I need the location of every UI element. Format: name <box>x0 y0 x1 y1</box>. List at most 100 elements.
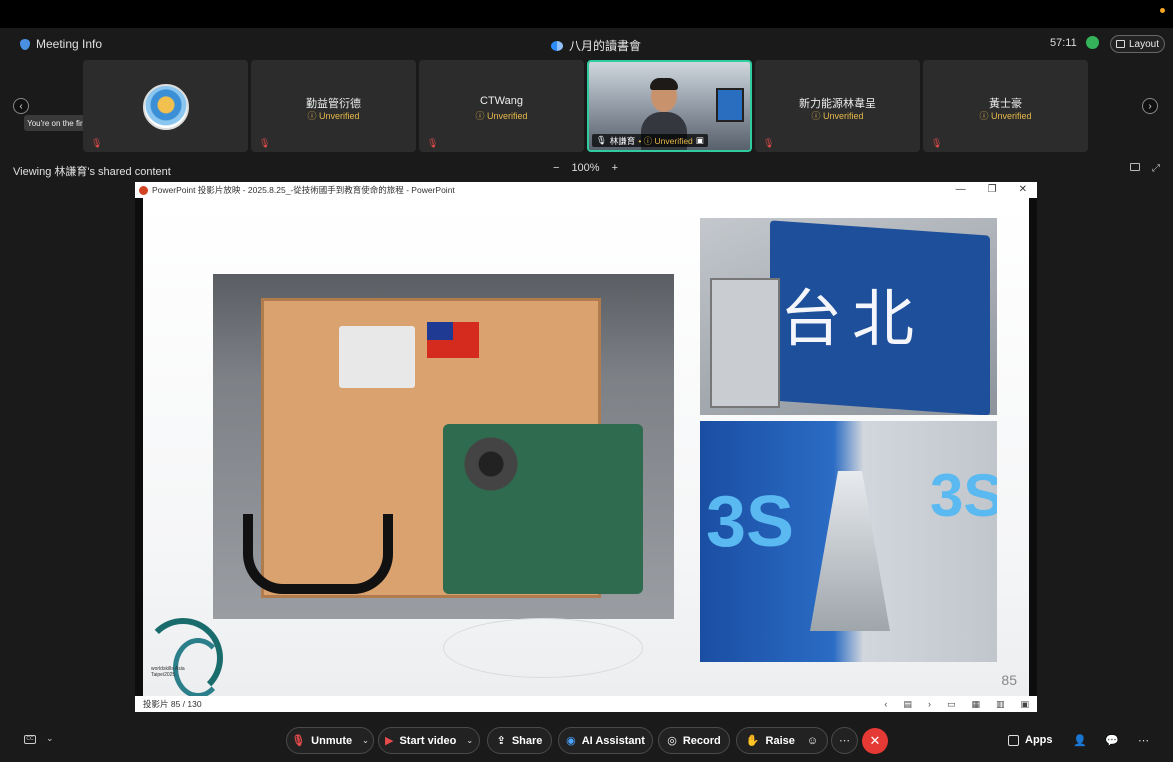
previous-slide-icon[interactable]: ‹ <box>884 699 887 710</box>
restore-icon[interactable]: ❐ <box>988 184 997 195</box>
participant-name: 林謙育 <box>609 135 636 146</box>
pop-out-icon[interactable] <box>1130 163 1140 171</box>
banner-text: 3S <box>706 482 795 562</box>
corridor <box>810 471 890 631</box>
participant-tile[interactable]: 勤益管衍德 ⓘ Unverified 🎙 <box>251 60 416 152</box>
powerpoint-window-title: PowerPoint 投影片放映 - 2025.8.25_-從技術國手到教育使命… <box>152 185 455 195</box>
viewing-shared-content-label: Viewing 林謙育's shared content <box>13 166 171 178</box>
verification-status: • ⓘ Unverified <box>638 135 693 146</box>
slide-counter: 投影片 85 / 130 <box>143 699 202 709</box>
video-off-icon: ▶ <box>384 735 394 747</box>
slideshow-controls: ‹ ▤ › ▭ ▦ ▥ ▣ <box>884 699 1029 710</box>
banner-text: 3S <box>930 462 997 529</box>
participant-tile[interactable]: CTWang ⓘ Unverified 🎙 <box>419 60 584 152</box>
mic-muted-icon: 🎙 <box>91 138 103 148</box>
decorative-ripple <box>443 618 643 678</box>
zoom-in-button[interactable]: + <box>612 162 618 174</box>
slide-page-number: 85 <box>1001 672 1017 688</box>
apps-button[interactable]: Apps <box>1008 734 1053 746</box>
verification-status: ⓘ Unverified <box>811 111 864 121</box>
next-slide-icon[interactable]: › <box>928 699 931 710</box>
shield-icon <box>20 38 30 50</box>
participant-tile[interactable]: 新力能源林韋呈 ⓘ Unverified 🎙 <box>755 60 920 152</box>
close-icon[interactable]: ✕ <box>1019 184 1027 195</box>
powerpoint-icon <box>139 185 148 195</box>
recording-indicator-icon <box>1160 8 1165 13</box>
mic-on-icon: 🎙 <box>596 135 607 145</box>
shared-screen: PowerPoint 投影片放映 - 2025.8.25_-從技術國手到教育使命… <box>135 182 1037 712</box>
meeting-info-label: Meeting Info <box>36 37 103 51</box>
competition-hall-photo: 3S 3S <box>700 421 997 662</box>
view-options: ⤢ <box>1130 163 1160 174</box>
chevron-down-icon[interactable]: ⌄ <box>466 736 473 745</box>
share-button[interactable]: ⇪ Share <box>487 727 552 754</box>
minimize-icon[interactable]: — <box>956 184 966 195</box>
background-monitor <box>716 88 744 122</box>
verification-status: ⓘ Unverified <box>979 111 1032 121</box>
unmute-label: Unmute <box>311 734 353 747</box>
zoom-logo-icon <box>551 40 563 51</box>
meeting-toolbar: CC ⌄ 🎙 Unmute ⌄ ▶ Start video ⌄ ⇪ Share … <box>0 720 1173 762</box>
zoom-controls: − 100% + <box>553 162 618 174</box>
zoom-out-button[interactable]: − <box>553 162 559 174</box>
worldskills-logo: worldskills Asia Taipei2025 <box>151 666 185 678</box>
next-page-button[interactable]: › <box>1142 98 1158 114</box>
mic-muted-icon: 🎙 <box>259 138 271 148</box>
participant-strip: ‹ You're on the first page 🎙 勤益管衍德 ⓘ Unv… <box>0 58 1173 154</box>
active-speaker-tile[interactable]: 🎙 林謙育 • ⓘ Unverified ▣ <box>587 60 752 152</box>
mic-muted-icon: 🎙 <box>931 138 943 148</box>
participants-icon[interactable]: 👤 <box>1073 734 1087 747</box>
slide-menu-icon[interactable]: ▤ <box>903 699 912 710</box>
mic-muted-icon: 🎙 <box>427 138 439 148</box>
connection-status-icon[interactable] <box>1086 36 1099 49</box>
taiwan-flag <box>427 322 479 358</box>
control-panel <box>339 326 415 388</box>
zoom-level: 100% <box>571 162 600 174</box>
hand-icon: ✋ <box>745 735 760 747</box>
insulated-pipe <box>243 514 393 594</box>
end-call-button[interactable]: ✕ <box>862 728 888 754</box>
slide-sorter-icon[interactable]: ▦ <box>971 699 980 710</box>
more-options-icon[interactable]: ⋯ <box>1138 734 1149 747</box>
meeting-title-text: 八月的讀書會 <box>569 39 642 53</box>
neon-sign-text: 台北 <box>780 282 925 355</box>
apps-label: Apps <box>1025 734 1053 746</box>
unmute-button[interactable]: 🎙 Unmute ⌄ <box>286 727 374 754</box>
normal-view-icon[interactable]: ▭ <box>947 699 956 710</box>
raise-label: Raise <box>765 734 795 747</box>
participant-avatar <box>143 84 189 130</box>
layout-button[interactable]: Layout <box>1110 35 1165 53</box>
participant-tile[interactable]: 🎙 <box>83 60 248 152</box>
start-video-button[interactable]: ▶ Start video ⌄ <box>378 727 480 754</box>
mic-muted-icon: 🎙 <box>291 735 306 747</box>
screen-share-icon: ▣ <box>695 135 704 145</box>
refrigeration-trainer-photo <box>213 274 674 619</box>
previous-page-button[interactable]: ‹ <box>13 98 29 114</box>
chevron-down-icon[interactable]: ⌄ <box>46 733 54 744</box>
captions-icon[interactable]: CC <box>24 735 36 744</box>
reaction-icon[interactable]: ☺ <box>807 735 818 747</box>
chat-icon[interactable]: 💬 <box>1105 734 1119 747</box>
ai-assistant-button[interactable]: ◉ AI Assistant <box>558 727 653 754</box>
reading-view-icon[interactable]: ▥ <box>996 699 1005 710</box>
window-controls: — ❐ ✕ <box>956 184 1027 195</box>
system-top-bar <box>0 0 1173 28</box>
apps-icon <box>1008 734 1019 746</box>
verification-status: ⓘ Unverified <box>475 111 528 121</box>
powerpoint-status-bar: 投影片 85 / 130 ‹ ▤ › ▭ ▦ ▥ ▣ <box>135 696 1037 712</box>
record-button[interactable]: ◎ Record <box>658 727 730 754</box>
meeting-info-button[interactable]: Meeting Info <box>20 37 102 51</box>
share-screen-icon: ⇪ <box>496 735 506 747</box>
meeting-title: 八月的讀書會 <box>551 37 641 54</box>
chevron-down-icon[interactable]: ⌄ <box>362 736 369 745</box>
slideshow-icon[interactable]: ▣ <box>1020 699 1029 710</box>
raise-hand-button[interactable]: ✋ Raise ☺ <box>736 727 828 754</box>
start-video-label: Start video <box>399 734 457 747</box>
participant-name: CTWang <box>480 95 523 107</box>
condenser-fan <box>461 434 521 494</box>
powerpoint-title-bar: PowerPoint 投影片放映 - 2025.8.25_-從技術國手到教育使命… <box>135 182 1037 198</box>
more-button[interactable]: ⋯ <box>831 727 858 754</box>
verification-status: ⓘ Unverified <box>307 111 360 121</box>
fullscreen-icon[interactable]: ⤢ <box>1152 163 1160 174</box>
participant-tile[interactable]: 黃士豪 ⓘ Unverified 🎙 <box>923 60 1088 152</box>
